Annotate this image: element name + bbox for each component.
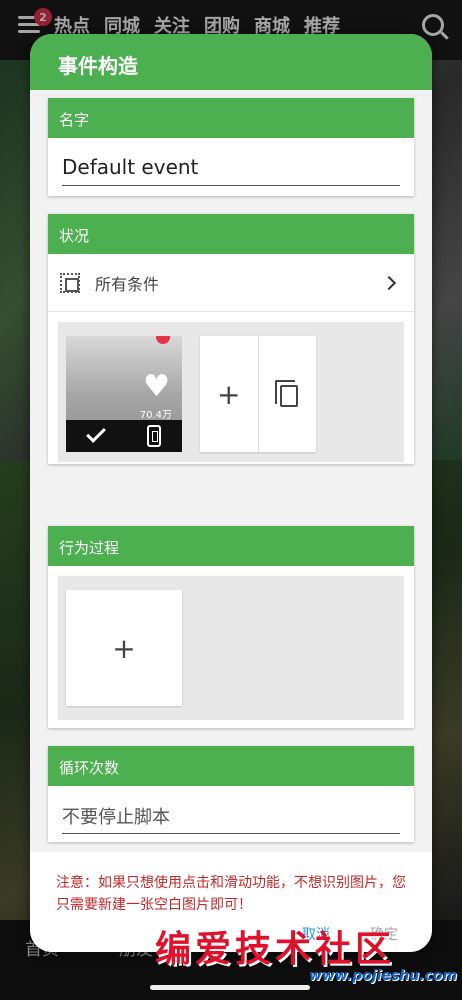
condition-image-thumbnail[interactable]: ♥ 70.4万 xyxy=(66,336,182,452)
heart-icon: ♥ xyxy=(143,369,170,404)
loop-count-field[interactable]: 不要停止脚本 xyxy=(62,786,400,834)
red-dot-icon xyxy=(156,336,170,344)
selection-icon xyxy=(60,272,80,293)
condition-card: 状况 所有条件 ♥ 70.4万 + xyxy=(48,214,414,464)
all-conditions-row[interactable]: 所有条件 xyxy=(48,254,414,312)
add-action-button[interactable]: + xyxy=(66,590,182,706)
condition-header: 状况 xyxy=(48,214,414,254)
chevron-right-icon xyxy=(381,275,397,290)
add-condition-button[interactable]: + xyxy=(200,336,258,452)
name-card: 名字 Default event xyxy=(48,98,414,196)
copy-icon xyxy=(275,380,299,407)
copy-condition-button[interactable] xyxy=(257,336,317,452)
loop-card: 循环次数 不要停止脚本 xyxy=(48,746,414,842)
watermark: 编爱技术社区 www.pojieshu.com xyxy=(155,920,458,995)
plus-icon: + xyxy=(217,377,241,411)
thumbnail-toolbar xyxy=(66,420,182,452)
watermark-text: 编爱技术社区 xyxy=(155,928,396,970)
all-conditions-label: 所有条件 xyxy=(95,274,160,294)
condition-image-tray: ♥ 70.4万 + xyxy=(58,322,404,462)
notice-text: 注意：如果只想使用点击和滑动功能，不想识别图片，您只需要新建一张空白图片即可！ xyxy=(56,875,406,913)
loop-header: 循环次数 xyxy=(48,746,414,786)
thumbnail-like-count: 70.4万 xyxy=(139,410,172,421)
action-card: 行为过程 + xyxy=(48,526,414,728)
action-header: 行为过程 xyxy=(48,526,414,566)
dialog-title: 事件构造 xyxy=(30,34,432,90)
check-icon[interactable] xyxy=(86,423,106,443)
phone-screen-icon[interactable] xyxy=(147,425,161,447)
event-name-field[interactable]: Default event xyxy=(62,138,400,186)
condition-add-copy-buttons: + xyxy=(200,336,316,452)
plus-icon: + xyxy=(112,631,136,665)
watermark-url: www.pojieshu.com xyxy=(309,968,458,984)
dialog-body[interactable]: 名字 Default event 状况 所有条件 ♥ 70.4万 + 行为过程 … xyxy=(30,90,432,852)
action-tray: + xyxy=(58,576,404,720)
event-builder-dialog: 事件构造 名字 Default event 状况 所有条件 ♥ 70.4万 + … xyxy=(30,34,432,952)
name-header: 名字 xyxy=(48,98,414,138)
